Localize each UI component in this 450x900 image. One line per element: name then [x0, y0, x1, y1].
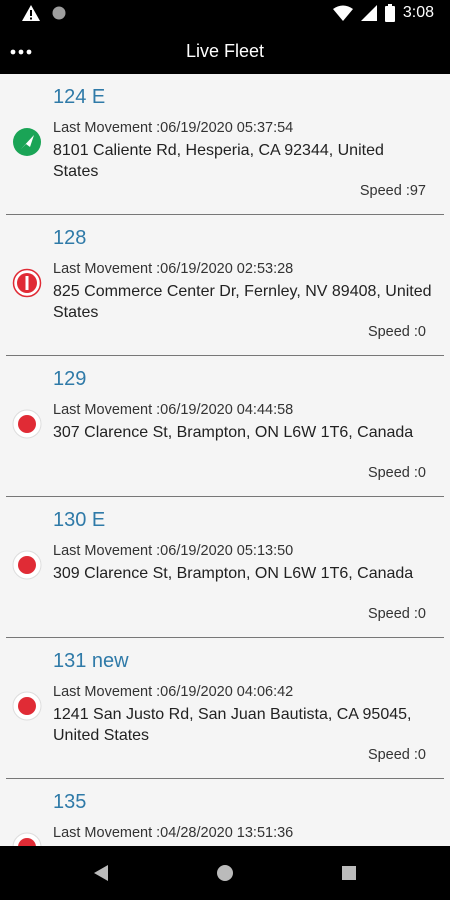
vehicle-row[interactable]: 131 new Last Movement :06/19/2020 04:06:…: [6, 638, 444, 779]
vehicle-name: 131 new: [53, 650, 129, 672]
stopped-status-icon: [12, 409, 42, 439]
stopped-status-icon: [12, 691, 42, 721]
page-title: Live Fleet: [185, 41, 265, 61]
vehicle-row[interactable]: 130 E Last Movement :06/19/2020 05:13:50…: [6, 497, 444, 638]
stopped-idle-status-icon: [12, 268, 42, 298]
clock-time: 3:08: [402, 4, 434, 21]
vehicle-address: 1241 San Justo Rd, San Juan Bautista, CA…: [53, 706, 412, 744]
system-nav-bar: [0, 846, 450, 900]
vehicle-list[interactable]: 124 E Last Movement :06/19/2020 05:37:54…: [0, 74, 450, 846]
last-movement: Last Movement :04/28/2020 13:51:36: [53, 825, 294, 841]
notification-dot-icon: [52, 6, 66, 20]
vehicle-speed: Speed :0: [367, 747, 426, 763]
vehicle-row[interactable]: 128 Last Movement :06/19/2020 02:53:28 8…: [6, 215, 444, 356]
last-movement: Last Movement :06/19/2020 04:44:58: [53, 402, 294, 418]
stopped-status-icon: [12, 832, 42, 846]
vehicle-address: 307 Clarence St, Brampton, ON L6W 1T6, C…: [53, 424, 414, 441]
vehicle-row[interactable]: 124 E Last Movement :06/19/2020 05:37:54…: [6, 74, 444, 215]
vehicle-speed: Speed :0: [367, 324, 426, 340]
vehicle-row[interactable]: 129 Last Movement :06/19/2020 04:44:58 3…: [6, 356, 444, 497]
last-movement: Last Movement :06/19/2020 04:06:42: [53, 684, 294, 700]
app-bar: Live Fleet: [0, 30, 450, 74]
vehicle-speed: Speed :97: [359, 183, 426, 199]
vehicle-address: 309 Clarence St, Brampton, ON L6W 1T6, C…: [53, 565, 414, 582]
status-bar: 3:08: [0, 0, 450, 30]
vehicle-address: 8101 Caliente Rd, Hesperia, CA 92344, Un…: [53, 142, 384, 180]
vehicle-address: 825 Commerce Center Dr, Fernley, NV 8940…: [53, 283, 432, 321]
home-icon[interactable]: [214, 862, 236, 884]
vehicle-speed: Speed :0: [367, 465, 426, 481]
last-movement: Last Movement :06/19/2020 02:53:28: [53, 261, 294, 277]
signal-icon: [360, 5, 377, 21]
stopped-status-icon: [12, 550, 42, 580]
last-movement: Last Movement :06/19/2020 05:37:54: [53, 120, 294, 136]
last-movement: Last Movement :06/19/2020 05:13:50: [53, 543, 294, 559]
vehicle-row[interactable]: 135 Last Movement :04/28/2020 13:51:36: [6, 779, 444, 846]
moving-status-icon: [13, 128, 41, 156]
vehicle-name: 128: [53, 227, 87, 249]
vehicle-name: 129: [53, 368, 87, 390]
recents-icon[interactable]: [338, 862, 360, 884]
warning-icon: [22, 5, 40, 21]
vehicle-name: 124 E: [53, 86, 106, 108]
vehicle-name: 135: [53, 791, 87, 813]
vehicle-name: 130 E: [53, 509, 106, 531]
vehicle-speed: Speed :0: [367, 606, 426, 622]
wifi-icon: [332, 5, 353, 21]
back-icon[interactable]: [90, 862, 112, 884]
battery-icon: [384, 4, 395, 22]
